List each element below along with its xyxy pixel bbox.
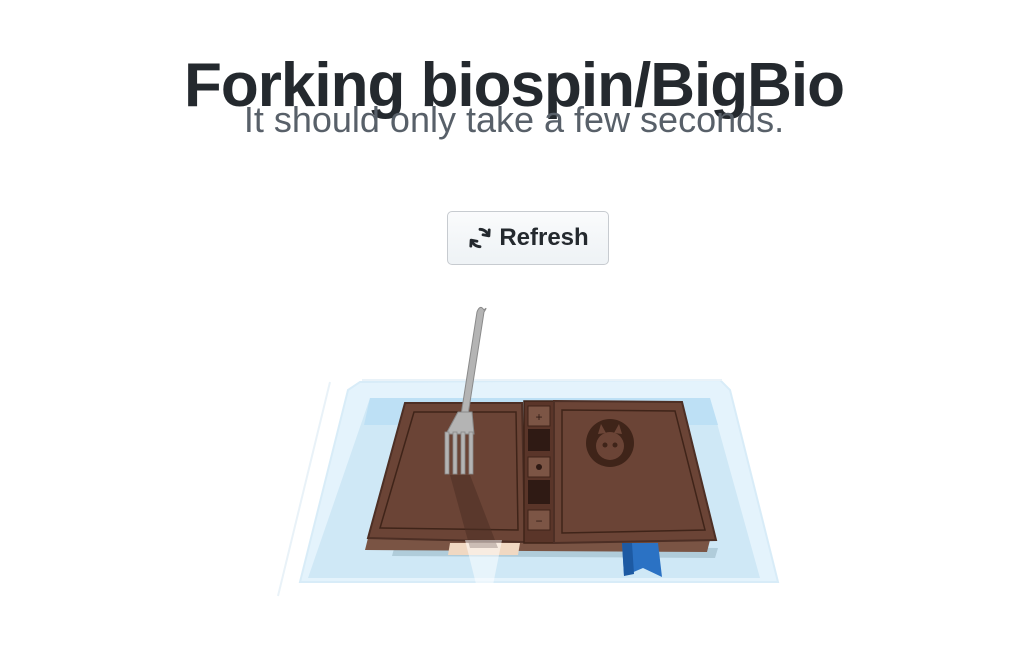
- refresh-button[interactable]: Refresh: [447, 211, 609, 265]
- refresh-button-label: Refresh: [499, 224, 589, 251]
- svg-text:+: +: [535, 410, 542, 424]
- octocat-icon: [586, 419, 634, 467]
- sync-icon: [467, 225, 493, 251]
- svg-text:−: −: [535, 514, 542, 528]
- page-subtitle: It should only take a few seconds.: [243, 99, 785, 140]
- fork-book-illustration: + −: [270, 300, 790, 610]
